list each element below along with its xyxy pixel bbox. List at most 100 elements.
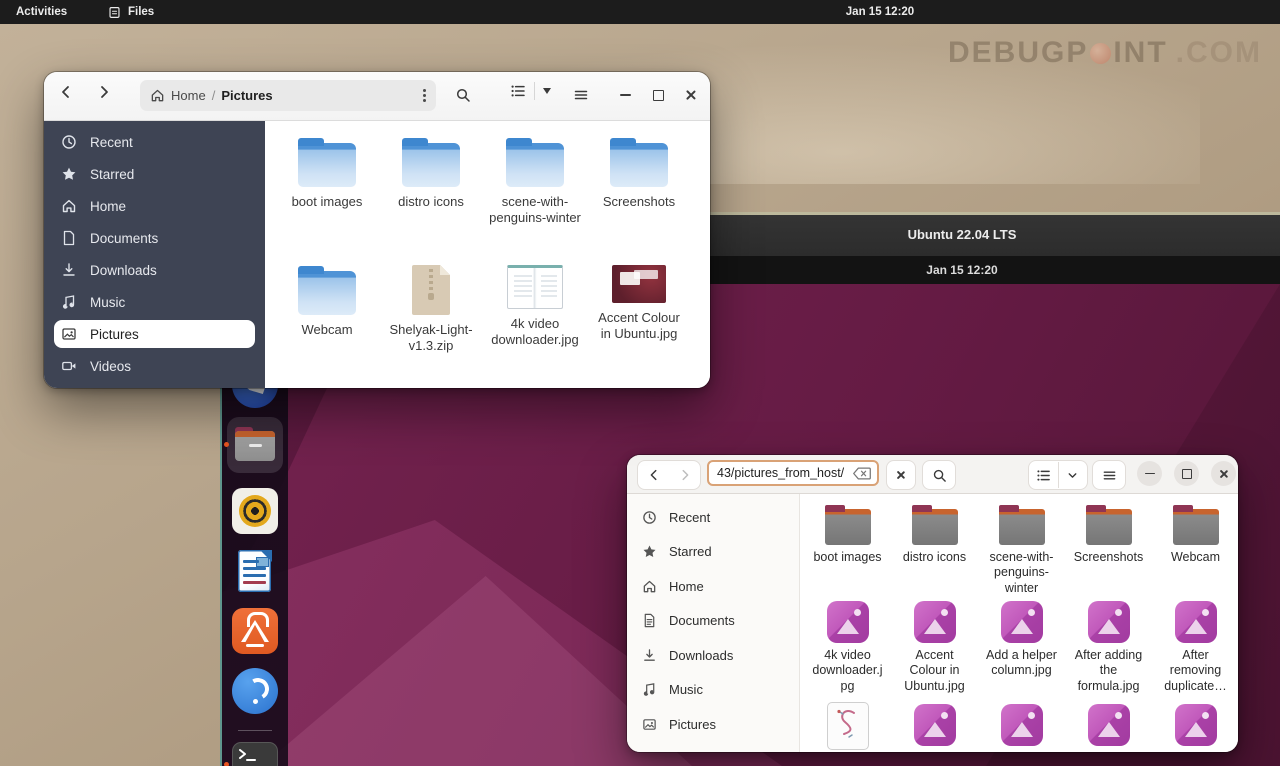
ubuntu-software-icon[interactable] — [232, 608, 278, 654]
file-item[interactable]: Webcam — [1152, 504, 1238, 596]
file-item[interactable]: scene-with-penguins-winter — [483, 137, 587, 227]
search-button[interactable] — [922, 460, 956, 490]
file-item[interactable]: boot images — [804, 504, 891, 596]
sidebar-item-downloads[interactable]: Downloads — [627, 638, 799, 673]
file-item[interactable]: 4k video downloader.jpg — [804, 599, 891, 694]
forward-button[interactable] — [96, 84, 112, 100]
music-icon — [642, 682, 657, 697]
sidebar-item-music[interactable]: Music — [627, 673, 799, 708]
image-thumbnail — [507, 265, 563, 309]
file-item[interactable]: Architview — [804, 702, 891, 752]
headerbar[interactable] — [627, 455, 1238, 494]
file-item[interactable]: Screenshots — [587, 137, 691, 227]
view-options-icon[interactable] — [543, 88, 551, 94]
help-icon[interactable] — [232, 668, 278, 714]
vm-clock[interactable]: Jan 15 12:20 — [842, 263, 1082, 277]
sidebar-item-documents[interactable]: Documents — [44, 222, 265, 254]
file-label: boot images — [292, 194, 363, 210]
view-options-button[interactable] — [1059, 469, 1088, 482]
maximize-button[interactable] — [645, 82, 671, 108]
hamburger-menu-button[interactable] — [1092, 460, 1126, 490]
file-item[interactable]: CalcSheet — [1152, 702, 1238, 752]
sidebar-item-pictures[interactable]: Pictures — [627, 707, 799, 742]
home-icon — [642, 579, 657, 594]
list-view-button[interactable] — [1029, 468, 1058, 483]
file-label: 4k video downloader.jpg — [489, 316, 581, 349]
file-item[interactable]: Basic Title — [891, 702, 978, 752]
clock[interactable]: Jan 15 12:20 — [810, 0, 950, 24]
image-file-icon — [1088, 601, 1130, 643]
hamburger-menu-button[interactable] — [568, 82, 594, 108]
path-menu-icon[interactable] — [423, 94, 426, 97]
clear-backspace-icon[interactable] — [853, 467, 871, 480]
sidebar-label: Home — [90, 199, 126, 214]
file-item[interactable]: Screenshots — [1065, 504, 1152, 596]
file-item[interactable]: scene-with-penguins-winter — [978, 504, 1065, 596]
sidebar-item-documents[interactable]: Documents — [627, 604, 799, 639]
search-icon — [455, 87, 471, 103]
host-topbar: Activities Files Jan 15 12:20 — [0, 0, 1280, 24]
breadcrumb-current[interactable]: Pictures — [221, 88, 272, 103]
watermark-suffix: .COM — [1176, 36, 1262, 70]
file-item[interactable]: distro icons — [891, 504, 978, 596]
file-item[interactable]: bliuetui fea — [1065, 702, 1152, 752]
sidebar-item-home[interactable]: Home — [44, 190, 265, 222]
back-button[interactable] — [58, 84, 74, 100]
file-item[interactable]: Accent Colour in Ubuntu.jpg — [587, 265, 691, 355]
files-window-vm: Recent Starred Home Documents Downloads … — [627, 455, 1238, 752]
activities-button[interactable]: Activities — [16, 0, 67, 24]
sidebar-item-videos[interactable]: Videos — [44, 350, 265, 382]
sidebar-item-recent[interactable]: Recent — [627, 500, 799, 535]
file-item[interactable]: Blackbox — [978, 702, 1065, 752]
folder-icon — [506, 143, 564, 187]
sidebar-label: Documents — [669, 613, 735, 628]
sidebar-label: Starred — [669, 544, 712, 559]
download-icon — [61, 262, 77, 278]
sidebar-item-starred[interactable]: Starred — [627, 535, 799, 570]
file-item[interactable]: After removing duplicate… — [1152, 599, 1238, 694]
forward-button[interactable] — [669, 468, 700, 482]
minimize-button[interactable] — [612, 82, 638, 108]
maximize-button[interactable] — [1174, 461, 1199, 486]
file-label: scene-with-penguins-winter — [985, 550, 1059, 596]
file-item[interactable]: 4k video downloader.jpg — [483, 265, 587, 355]
sidebar-label: Downloads — [90, 263, 157, 278]
file-item[interactable]: After adding the formula.jpg — [1065, 599, 1152, 694]
breadcrumb-home[interactable]: Home — [171, 88, 206, 103]
file-item[interactable]: distro icons — [379, 137, 483, 227]
file-item[interactable]: boot images — [275, 137, 379, 227]
file-item[interactable]: Accent Colour in Ubuntu.jpg — [891, 599, 978, 694]
sidebar-item-music[interactable]: Music — [44, 286, 265, 318]
app-menu-files[interactable]: Files — [108, 0, 154, 24]
sidebar-item-home[interactable]: Home — [627, 569, 799, 604]
files-icon[interactable] — [232, 422, 278, 468]
sidebar: Recent Starred Home Documents Downloads … — [44, 121, 265, 388]
rhythmbox-icon[interactable] — [232, 488, 278, 534]
close-button[interactable] — [1211, 461, 1236, 486]
sidebar-item-starred[interactable]: Starred — [44, 158, 265, 190]
view-toggle[interactable] — [510, 82, 551, 100]
image-thumbnail — [612, 265, 666, 303]
breadcrumb[interactable]: Home / Pictures — [140, 80, 436, 111]
terminal-icon[interactable] — [232, 742, 278, 766]
sidebar-item-pictures[interactable]: Pictures — [54, 320, 255, 348]
file-item[interactable]: Shelyak-Light-v1.3.zip — [379, 265, 483, 355]
recent-icon — [642, 510, 657, 525]
search-button[interactable] — [450, 82, 476, 108]
file-label: After removing duplicate… — [1159, 648, 1233, 694]
sidebar-item-recent[interactable]: Recent — [44, 126, 265, 158]
close-button[interactable] — [678, 82, 704, 108]
file-item[interactable]: Webcam — [275, 265, 379, 355]
close-icon — [896, 470, 906, 480]
file-item[interactable]: Add a helper column.jpg — [978, 599, 1065, 694]
app-menu-label: Files — [128, 6, 154, 18]
minimize-button[interactable] — [1137, 461, 1162, 486]
libreoffice-writer-icon[interactable] — [232, 548, 278, 594]
headerbar[interactable]: Home / Pictures — [44, 72, 710, 121]
sidebar-item-downloads[interactable]: Downloads — [44, 254, 265, 286]
location-entry[interactable] — [707, 460, 879, 486]
path-input[interactable] — [717, 466, 849, 480]
close-search-button[interactable] — [886, 460, 916, 490]
watermark-text-1: DEBUGP — [948, 36, 1088, 70]
back-button[interactable] — [638, 468, 669, 482]
